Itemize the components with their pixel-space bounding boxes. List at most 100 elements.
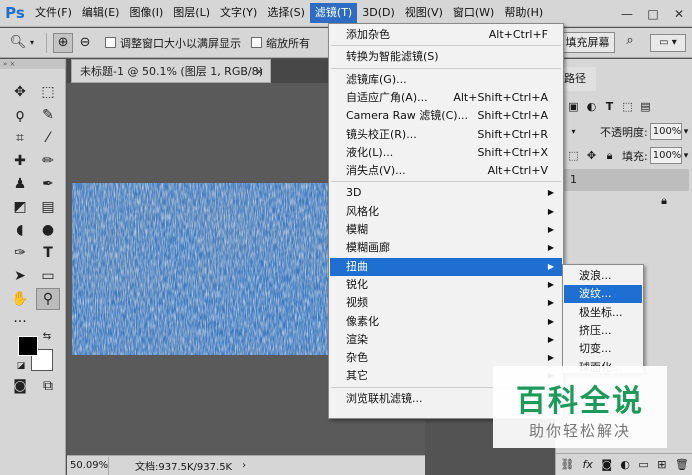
hand-tool-icon[interactable]: ✋ (8, 288, 32, 310)
filter-menu-item[interactable]: 杂色 ▶ (330, 349, 562, 367)
brush-tool-icon[interactable]: ✏ (36, 150, 60, 172)
filter-menu-item[interactable]: 视频 ▶ (330, 294, 562, 312)
opacity-field[interactable]: 100% (649, 123, 682, 140)
fill-screen-button[interactable]: 填充屏幕 (560, 32, 615, 53)
checkbox-box[interactable] (105, 37, 117, 48)
new-layer-icon[interactable]: ⊞ (657, 458, 666, 471)
filter-menu-item[interactable]: 转换为智能滤镜(S) (330, 48, 562, 66)
minimize-button[interactable]: — (614, 7, 640, 21)
crop-tool-icon[interactable]: ⌗ (8, 127, 32, 149)
quick-select-tool-icon[interactable]: ✎ (36, 104, 60, 126)
filter-menu-item[interactable]: 渲染 ▶ (330, 331, 562, 349)
zoom-tool-icon[interactable]: ⚲ (36, 288, 60, 310)
mask-icon[interactable]: ◙ (601, 458, 612, 471)
zoom-tool-preset-icon[interactable]: 🔍︎ (8, 33, 28, 53)
menu-item[interactable]: 3D(D) (357, 3, 400, 23)
workspace-switcher-icon[interactable]: ▭ ▾ (650, 34, 686, 52)
menu-item[interactable]: 窗口(W) (448, 3, 499, 23)
filter-menu-item[interactable]: 锐化 ▶ (330, 276, 562, 294)
screen-mode-icon[interactable]: ⧉ (36, 375, 60, 397)
healing-brush-tool-icon[interactable]: ✚ (8, 150, 32, 172)
filter-menu-item[interactable]: 模糊 ▶ (330, 221, 562, 239)
distort-submenu-item[interactable]: 极坐标... (564, 304, 642, 322)
pixel-filter-icon[interactable]: ▣ (566, 99, 581, 114)
zoom-all-windows-checkbox[interactable]: 缩放所有 (251, 35, 310, 51)
menu-item[interactable]: 视图(V) (400, 3, 448, 23)
chevron-down-icon[interactable]: ▾ (684, 151, 689, 161)
close-tab-icon[interactable]: × (255, 60, 264, 84)
filter-menu-item[interactable]: 液化(L)... Shift+Ctrl+X (330, 144, 562, 162)
status-menu-arrow-icon[interactable]: › (242, 460, 246, 471)
link-layers-icon[interactable]: ⛓ (560, 458, 574, 471)
gradient-tool-icon[interactable]: ▤ (36, 196, 60, 218)
zoom-level-field[interactable]: 50.09% (67, 456, 109, 475)
filter-menu-item[interactable]: 镜头校正(R)... Shift+Ctrl+R (330, 126, 562, 144)
search-icon[interactable]: ⌕ (620, 33, 640, 53)
menu-item[interactable]: 文字(Y) (215, 3, 262, 23)
filter-menu-item[interactable]: 模糊画廊 ▶ (330, 239, 562, 257)
pen-tool-icon[interactable]: ✑ (8, 242, 32, 264)
filter-menu-item[interactable]: 消失点(V)... Alt+Ctrl+V (330, 162, 562, 180)
type-tool-icon[interactable]: T (36, 242, 60, 264)
fill-field[interactable]: 100% (649, 147, 682, 164)
smart-object-filter-icon[interactable]: ▤ (638, 99, 653, 114)
fx-icon[interactable]: fx (583, 458, 593, 471)
maximize-button[interactable]: □ (640, 7, 666, 21)
more-tools-icon[interactable]: ··· (8, 311, 32, 333)
menu-item[interactable]: 图像(I) (124, 3, 168, 23)
marquee-tool-icon[interactable]: ⬚ (36, 81, 60, 103)
lock-move-icon[interactable]: ✥ (584, 148, 599, 163)
lock-icon[interactable]: 🔒︎ (602, 148, 617, 163)
toolbar-collapse-icon[interactable]: » × (0, 59, 65, 69)
dodge-tool-icon[interactable]: ● (36, 219, 60, 241)
resize-windows-checkbox[interactable]: 调整窗口大小以满屏显示 (105, 35, 241, 51)
menu-item[interactable]: 文件(F) (30, 3, 77, 23)
filter-menu-item[interactable]: 风格化 ▶ (330, 203, 562, 221)
quick-mask-icon[interactable]: ◙ (8, 375, 32, 397)
rectangle-tool-icon[interactable]: ▭ (36, 265, 60, 287)
filter-menu-item[interactable]: 自适应广角(A)... Alt+Shift+Ctrl+A (330, 89, 562, 107)
menu-item[interactable]: 图层(L) (168, 3, 215, 23)
filter-menu-item[interactable]: 添加杂色 Alt+Ctrl+F (330, 26, 562, 44)
adjustment-filter-icon[interactable]: ◐ (584, 99, 599, 114)
zoom-out-icon[interactable]: ⊖ (75, 33, 95, 53)
path-select-tool-icon[interactable]: ➤ (8, 265, 32, 287)
history-brush-tool-icon[interactable]: ✒ (36, 173, 60, 195)
distort-submenu-item[interactable]: 挤压... (564, 322, 642, 340)
lock-pixels-icon[interactable]: ⬚ (566, 148, 581, 163)
menu-item[interactable]: 帮助(H) (499, 3, 548, 23)
menu-item[interactable]: 编辑(E) (77, 3, 125, 23)
document-tab[interactable]: 未标题-1 @ 50.1% (图层 1, RGB/8) * × (71, 59, 271, 102)
close-button[interactable]: ✕ (666, 7, 692, 21)
clone-stamp-tool-icon[interactable]: ♟ (8, 173, 32, 195)
eyedropper-tool-icon[interactable]: ⁄ (36, 127, 60, 149)
filter-menu-item[interactable]: 滤镜库(G)... (330, 71, 562, 89)
filter-menu-item[interactable]: 像素化 ▶ (330, 313, 562, 331)
default-colors-icon[interactable]: ◪ (14, 359, 28, 373)
layer-row[interactable]: 1 (564, 169, 689, 191)
chevron-down-icon[interactable]: ▾ (30, 38, 34, 47)
group-icon[interactable]: ▭ (638, 458, 648, 471)
shape-filter-icon[interactable]: ⬚ (620, 99, 635, 114)
adjustment-layer-icon[interactable]: ◐ (620, 458, 630, 471)
type-filter-icon[interactable]: T (602, 99, 617, 114)
menu-item[interactable]: 滤镜(T) (309, 3, 358, 23)
move-tool-icon[interactable]: ✥ (8, 81, 32, 103)
swap-colors-icon[interactable]: ⇆ (40, 329, 54, 343)
zoom-in-icon[interactable]: ⊕ (53, 32, 74, 53)
distort-submenu-item[interactable]: 波浪... (564, 267, 642, 285)
chevron-down-icon[interactable]: ▾ (566, 124, 581, 139)
filter-menu-item[interactable]: 扭曲 ▶ (330, 257, 562, 276)
checkbox-box[interactable] (251, 37, 263, 48)
distort-submenu-item[interactable]: 波纹... (564, 285, 642, 304)
image-canvas[interactable] (72, 183, 332, 355)
background-layer-row[interactable]: 🔒︎ (564, 191, 689, 211)
chevron-down-icon[interactable]: ▾ (684, 127, 689, 137)
blur-tool-icon[interactable]: ◖ (8, 219, 32, 241)
lasso-tool-icon[interactable]: ϙ (8, 104, 32, 126)
distort-submenu-item[interactable]: 切变... (564, 340, 642, 358)
menu-item[interactable]: 选择(S) (262, 3, 310, 23)
trash-icon[interactable]: 🗑︎ (675, 458, 689, 471)
filter-menu-item[interactable]: 3D ▶ (330, 184, 562, 202)
eraser-tool-icon[interactable]: ◩ (8, 196, 32, 218)
